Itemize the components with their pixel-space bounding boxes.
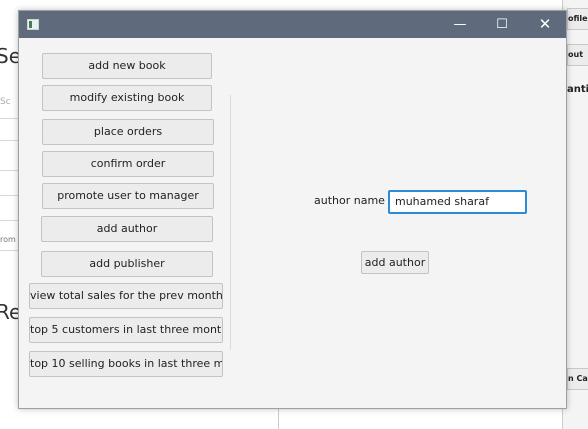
panel-divider — [230, 95, 231, 350]
background-divider — [0, 140, 18, 141]
promote-user-button[interactable]: promote user to manager — [42, 183, 214, 209]
top-5-customers-button[interactable]: top 5 customers in last three month... — [29, 317, 223, 343]
background-divider — [0, 170, 18, 171]
modify-existing-book-button[interactable]: modify existing book — [42, 85, 212, 111]
close-button[interactable]: ✕ — [525, 11, 565, 38]
author-name-input[interactable]: muhamed sharaf — [388, 190, 527, 214]
top-10-books-button[interactable]: top 10 selling books in last three m... — [29, 351, 223, 377]
add-author-nav-button[interactable]: add author — [41, 216, 213, 242]
confirm-order-button[interactable]: confirm order — [42, 151, 214, 177]
view-total-sales-button[interactable]: view total sales for the prev month — [29, 283, 223, 309]
background-profile-button[interactable]: ofile — [567, 8, 588, 30]
add-publisher-button[interactable]: add publisher — [41, 251, 213, 277]
background-label: rom — [0, 235, 16, 244]
background-search-hint: Sc — [0, 97, 11, 107]
background-logout-button[interactable]: out — [567, 44, 588, 66]
background-quantity-label: anti — [567, 84, 588, 95]
add-new-book-button[interactable]: add new book — [42, 53, 212, 79]
manager-window: — ☐ ✕ add new book modify existing book … — [18, 10, 567, 409]
minimize-button[interactable]: — — [440, 11, 480, 38]
maximize-button[interactable]: ☐ — [482, 11, 522, 38]
title-bar[interactable]: — ☐ ✕ — [19, 11, 566, 38]
background-cart-button[interactable]: n Car — [567, 368, 588, 390]
background-divider — [0, 220, 18, 221]
author-name-label: author name — [314, 194, 385, 207]
background-divider — [0, 195, 18, 196]
add-author-submit-button[interactable]: add author — [361, 251, 429, 274]
background-divider — [278, 408, 279, 429]
background-divider — [0, 250, 18, 251]
background-divider — [0, 118, 18, 119]
java-app-icon — [27, 19, 39, 30]
place-orders-button[interactable]: place orders — [42, 119, 214, 145]
